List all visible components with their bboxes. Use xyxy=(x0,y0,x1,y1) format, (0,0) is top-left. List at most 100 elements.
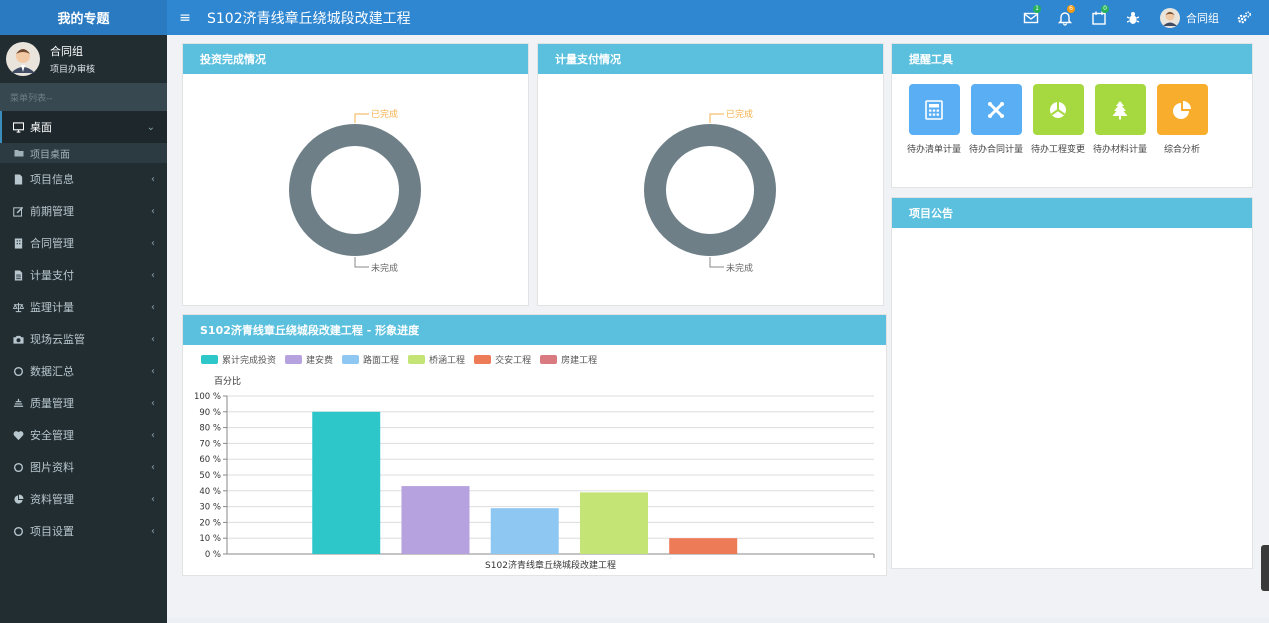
chevron-left-icon: ‹ xyxy=(151,461,155,473)
joomla-icon xyxy=(988,101,1004,118)
y-tick-label: 20 % xyxy=(199,518,221,528)
sidebar-subitem-project-desktop[interactable]: 项目桌面 xyxy=(0,143,167,163)
project-title: S102济青线章丘绕城段改建工程 xyxy=(207,10,411,27)
tool-pending-material-measure[interactable]: 待办材料计量 xyxy=(1089,84,1151,155)
y-tick-label: 70 % xyxy=(199,439,221,449)
legend-item[interactable]: 桥涵工程 xyxy=(408,353,465,366)
chart-bar[interactable] xyxy=(490,508,559,554)
sidebar-subitem-label: 项目桌面 xyxy=(30,149,70,161)
undone-label: 未完成 xyxy=(726,262,753,274)
avatar xyxy=(6,42,40,76)
sidebar-item-label: 计量支付 xyxy=(30,269,74,282)
menu-toggle-icon[interactable]: ≡ xyxy=(177,10,193,26)
done-label: 已完成 xyxy=(371,108,398,120)
circle-icon xyxy=(13,366,23,376)
side-scroll-handle[interactable] xyxy=(1261,545,1269,591)
y-tick-label: 40 % xyxy=(199,487,221,497)
sidebar-item-safety[interactable]: 安全管理 ‹ xyxy=(0,419,167,451)
mail-button[interactable]: 1 xyxy=(1014,0,1048,35)
chart-bar[interactable] xyxy=(579,492,648,554)
settings-button[interactable] xyxy=(1227,0,1261,35)
legend-item[interactable]: 房建工程 xyxy=(540,353,597,366)
brand-title[interactable]: 我的专题 xyxy=(0,0,167,35)
progress-bar-chart: 百分比 0 % 10 % 20 % 30 % 40 % 50 % 60 % 70 % 80 % 90… xyxy=(194,375,875,571)
calendar-button[interactable]: 0 xyxy=(1082,0,1116,35)
tool-pending-list-measure[interactable]: 待办清单计量 xyxy=(903,84,965,155)
undone-label-line xyxy=(709,257,724,268)
sidebar-item-label: 质量管理 xyxy=(30,397,74,410)
top-navbar: 我的专题 ≡ S102济青线章丘绕城段改建工程 1 6 0 合同组 xyxy=(0,0,1269,35)
gears-icon xyxy=(1237,10,1252,23)
sidebar-item-supervision[interactable]: 监理计量 ‹ xyxy=(0,291,167,323)
sidebar-item-label: 资料管理 xyxy=(30,493,74,506)
sidebar-item-label: 数据汇总 xyxy=(30,365,74,378)
chevron-down-icon: ⌄ xyxy=(146,121,155,133)
top-user-name: 合同组 xyxy=(1186,11,1219,25)
avatar xyxy=(1160,7,1180,28)
y-axis-label: 百分比 xyxy=(214,375,241,387)
pie-icon xyxy=(13,493,24,504)
heart-icon xyxy=(13,430,23,440)
chevron-left-icon: ‹ xyxy=(151,173,155,185)
sidebar-item-label: 合同管理 xyxy=(30,237,74,250)
sidebar-item-label: 前期管理 xyxy=(30,205,74,218)
pie-chart-icon xyxy=(1173,100,1191,119)
legend-item[interactable]: 累计完成投资 xyxy=(201,353,276,366)
sidebar: 合同组 项目办审核 菜单列表-- 桌面 ⌄ 项目桌面 项目信息 ‹ 前期管理 ‹… xyxy=(0,35,167,623)
chart-bar[interactable] xyxy=(312,411,381,554)
sidebar-item-documents[interactable]: 资料管理 ‹ xyxy=(0,483,167,515)
file-icon xyxy=(14,173,22,185)
sidebar-item-site-cloud[interactable]: 现场云监管 ‹ xyxy=(0,323,167,355)
undone-ring[interactable] xyxy=(289,124,421,256)
sidebar-item-label: 桌面 xyxy=(30,121,52,134)
monitor-icon xyxy=(12,121,24,133)
footer-strip xyxy=(167,618,1269,623)
legend-item[interactable]: 路面工程 xyxy=(342,353,399,366)
sidebar-user-name: 合同组 xyxy=(50,45,83,58)
x-axis-label: S102济青线章丘绕城段改建工程 xyxy=(485,559,616,571)
panel-title: 提醒工具 xyxy=(892,44,1252,74)
tool-pending-contract-measure[interactable]: 待办合同计量 xyxy=(965,84,1027,155)
y-tick-label: 90 % xyxy=(199,408,221,418)
payment-panel: 计量支付情况 已完成 未完成 xyxy=(537,43,884,306)
chevron-left-icon: ‹ xyxy=(151,301,155,313)
legend-item[interactable]: 交安工程 xyxy=(474,353,531,366)
sidebar-item-payment[interactable]: 计量支付 ‹ xyxy=(0,259,167,291)
sidebar-item-preliminary[interactable]: 前期管理 ‹ xyxy=(0,195,167,227)
chevron-left-icon: ‹ xyxy=(151,365,155,377)
folder-icon xyxy=(14,150,24,157)
sidebar-item-label: 安全管理 xyxy=(30,429,74,442)
menu-search[interactable]: 菜单列表-- xyxy=(0,83,167,111)
done-label-line xyxy=(354,113,369,123)
chevron-left-icon: ‹ xyxy=(151,237,155,249)
bug-button[interactable] xyxy=(1116,0,1150,35)
tool-comprehensive-analysis[interactable]: 综合分析 xyxy=(1151,84,1213,155)
undone-label: 未完成 xyxy=(371,262,398,274)
sidebar-item-data-summary[interactable]: 数据汇总 ‹ xyxy=(0,355,167,387)
legend-item[interactable]: 建安费 xyxy=(285,353,333,366)
user-menu[interactable]: 合同组 xyxy=(1160,7,1219,28)
chart-bar[interactable] xyxy=(401,486,470,554)
tool-pending-change[interactable]: 待办工程变更 xyxy=(1027,84,1089,155)
sidebar-item-label: 现场云监管 xyxy=(30,333,85,346)
y-tick-label: 80 % xyxy=(199,424,221,434)
calendar-badge: 0 xyxy=(1101,5,1109,13)
sidebar-item-contract[interactable]: 合同管理 ‹ xyxy=(0,227,167,259)
mail-badge: 1 xyxy=(1033,5,1041,13)
progress-panel: S102济青线章丘绕城段改建工程 - 形象进度 累计完成投资 建安费 路面工程 … xyxy=(182,314,887,576)
undone-ring[interactable] xyxy=(644,124,776,256)
tree-icon xyxy=(1112,100,1128,119)
sidebar-item-settings[interactable]: 项目设置 ‹ xyxy=(0,515,167,547)
sidebar-item-label: 监理计量 xyxy=(30,301,74,314)
sidebar-user-role: 项目办审核 xyxy=(50,65,96,75)
sidebar-item-desktop[interactable]: 桌面 ⌄ xyxy=(0,111,167,143)
payment-donut-chart: 已完成 未完成 xyxy=(644,108,776,274)
sidebar-item-project-info[interactable]: 项目信息 ‹ xyxy=(0,163,167,195)
edit-icon xyxy=(12,206,23,217)
y-tick-label: 50 % xyxy=(199,471,221,481)
sidebar-item-quality[interactable]: 质量管理 ‹ xyxy=(0,387,167,419)
chevron-left-icon: ‹ xyxy=(151,397,155,409)
notification-button[interactable]: 6 xyxy=(1048,0,1082,35)
sidebar-item-images[interactable]: 图片资料 ‹ xyxy=(0,451,167,483)
chart-bar[interactable] xyxy=(669,538,738,554)
